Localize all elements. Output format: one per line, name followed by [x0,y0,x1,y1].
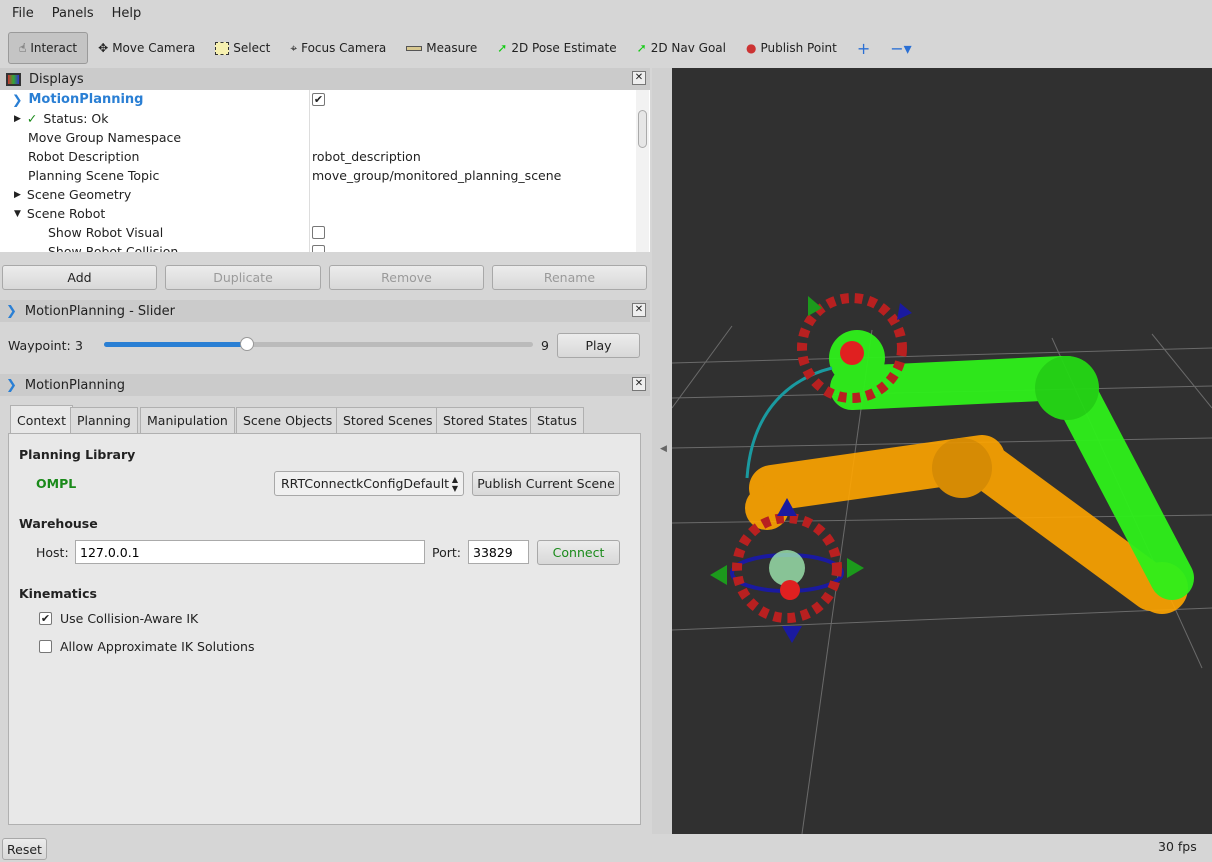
expand-icon[interactable]: ▶ [14,190,21,200]
motionplanning-panel-header: ❯ MotionPlanning ✕ [0,374,650,396]
waypoint-slider[interactable] [104,337,533,351]
green-arrow-icon: ➚ [497,41,508,55]
rename-button[interactable]: Rename [492,265,647,290]
menu-panels[interactable]: Panels [52,6,94,21]
updown-icon: ▲ ▼ [451,474,458,493]
tab-stored-scenes[interactable]: Stored Scenes [336,407,440,433]
tab-planning[interactable]: Planning [70,407,138,433]
motionplanning-icon: ❯ [12,92,23,107]
check-icon: ✓ [26,111,38,126]
map-pin-icon: ● [745,41,757,55]
publish-current-scene-button[interactable]: Publish Current Scene [472,471,620,496]
tab-scene-objects[interactable]: Scene Objects [236,407,340,433]
collapse-icon[interactable]: ▼ [14,209,21,219]
green-arrow-icon: ➚ [636,41,647,55]
tool-select[interactable]: Select [205,32,280,64]
remove-button[interactable]: Remove [329,265,484,290]
reset-button[interactable]: Reset [2,838,47,860]
tool-2d-pose-estimate[interactable]: ➚ 2D Pose Estimate [487,32,626,64]
displays-tree: ❯ MotionPlanning ✔ ▶ ✓ Status: Ok Move Group… [0,90,650,252]
add-button[interactable]: Add [2,265,157,290]
ruler-icon [406,45,423,51]
approximate-ik-checkbox[interactable] [39,640,52,653]
remove-tool-button[interactable]: −▾ [880,32,921,64]
displays-panel-header: Displays ✕ [0,68,650,90]
close-icon[interactable]: ✕ [632,303,646,317]
menu-help[interactable]: Help [112,6,142,21]
slider-panel-header: ❯ MotionPlanning - Slider ✕ [0,300,650,322]
tree-row[interactable]: Planning Scene Topic move_group/monitored… [0,166,636,185]
monitor-icon [6,72,21,86]
hand-icon: ☝ [19,41,27,55]
tree-row[interactable]: ▶ Scene Geometry [0,185,636,204]
toolbar: ☝ Interact ✥ Move Camera Select ⌖ Focus Cam… [8,31,922,65]
expand-icon[interactable]: ▶ [14,114,21,124]
add-tool-button[interactable]: + [847,32,880,64]
collision-aware-ik-checkbox[interactable]: ✔ [39,612,52,625]
waypoint-label: Waypoint: [8,338,71,353]
minus-icon: −▾ [890,38,912,58]
play-button[interactable]: Play [557,333,640,358]
checkbox[interactable] [312,245,325,252]
tree-row-motionplanning[interactable]: ❯ MotionPlanning ✔ [0,90,636,109]
tool-move-camera[interactable]: ✥ Move Camera [88,32,205,64]
port-spinbox[interactable] [468,540,529,564]
host-label: Host: [36,545,69,560]
enable-checkbox[interactable]: ✔ [312,93,325,106]
close-icon[interactable]: ✕ [632,377,646,391]
splitter-handle[interactable]: ◀ [652,68,672,834]
tab-context[interactable]: Context [10,405,73,434]
waypoint-max: 9 [541,338,549,353]
tree-row-status[interactable]: ▶ ✓ Status: Ok [0,109,636,128]
planner-select[interactable]: RRTConnectkConfigDefault ▲ ▼ [274,471,464,496]
planning-library-heading: Planning Library [19,447,136,462]
tool-focus-camera[interactable]: ⌖ Focus Camera [280,32,396,64]
collision-aware-ik-label: Use Collision-Aware IK [60,611,199,626]
tool-2d-nav-goal[interactable]: ➚ 2D Nav Goal [627,32,736,64]
waypoint-value: 3 [75,338,83,353]
tab-status[interactable]: Status [530,407,584,433]
move-camera-icon: ✥ [98,41,109,55]
port-label: Port: [432,545,461,560]
approximate-ik-label: Allow Approximate IK Solutions [60,639,255,654]
motionplanning-icon: ❯ [6,303,17,319]
tab-stored-states[interactable]: Stored States [436,407,535,433]
tree-row[interactable]: Move Group Namespace [0,128,636,147]
menu-file[interactable]: File [12,6,34,21]
checkbox[interactable] [312,226,325,239]
library-name: OMPL [36,476,77,491]
warehouse-heading: Warehouse [19,516,98,531]
close-icon[interactable]: ✕ [632,71,646,85]
connect-button[interactable]: Connect [537,540,620,565]
duplicate-button[interactable]: Duplicate [165,265,321,290]
3d-viewport[interactable] [672,68,1212,834]
host-input[interactable] [75,540,425,564]
tree-row[interactable]: Show Robot Visual [0,223,636,242]
scrollbar[interactable] [636,90,649,252]
motionplanning-icon: ❯ [6,377,17,393]
tree-row[interactable]: Show Robot Collision [0,242,636,252]
tool-interact[interactable]: ☝ Interact [8,32,89,64]
kinematics-heading: Kinematics [19,586,97,601]
fps-readout: 30 fps [1158,839,1197,854]
tool-publish-point[interactable]: ● Publish Point [736,32,847,64]
plus-icon: + [856,38,871,58]
focus-camera-icon: ⌖ [290,40,298,55]
menu-bar: File Panels Help [12,6,159,21]
tree-row[interactable]: ▼ Scene Robot [0,204,636,223]
tab-manipulation[interactable]: Manipulation [140,407,235,433]
tool-measure[interactable]: Measure [396,32,487,64]
tree-row[interactable]: Robot Description robot_description [0,147,636,166]
select-icon [215,41,230,55]
